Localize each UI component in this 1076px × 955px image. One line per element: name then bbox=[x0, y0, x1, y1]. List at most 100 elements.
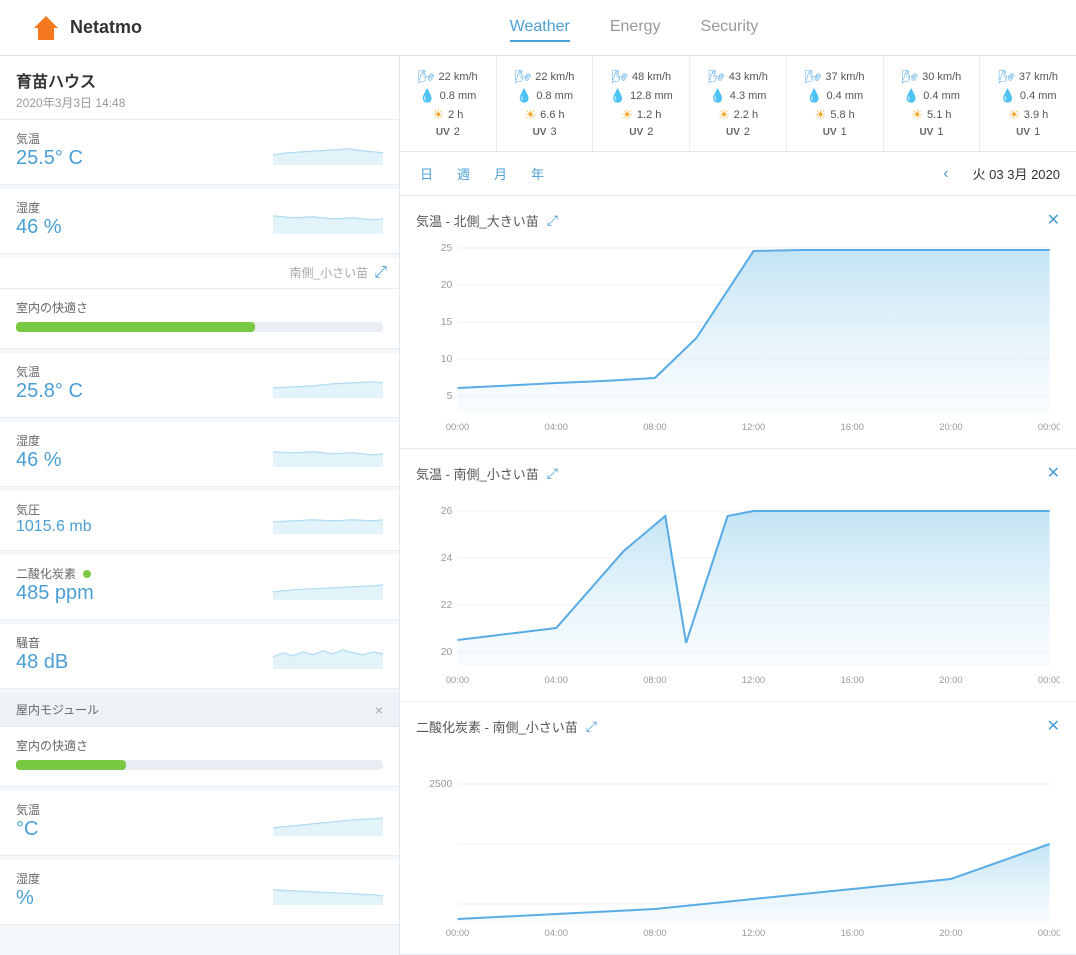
forecast-cell-6: 🌬 37 km/h 💧 0.4 mm ☀ 3.9 h UV 1 bbox=[980, 56, 1076, 151]
co2-status-dot bbox=[83, 570, 91, 578]
sun-icon-6: ☀ bbox=[1008, 107, 1020, 123]
sun-icon-2: ☀ bbox=[621, 107, 633, 123]
indoor-humidity-row: 湿度 46 % bbox=[16, 432, 383, 472]
svg-text:20: 20 bbox=[441, 647, 453, 658]
tab-month[interactable]: 月 bbox=[490, 162, 511, 185]
forecast-rain-0: 💧 0.8 mm bbox=[408, 88, 488, 104]
svg-text:20:00: 20:00 bbox=[939, 675, 962, 685]
outdoor-temp-row: 気温 25.5° C bbox=[16, 130, 383, 170]
indoor2-humidity-row: 湿度 % bbox=[16, 870, 383, 910]
rain-icon-4: 💧 bbox=[806, 88, 822, 104]
chart-card-2: 二酸化炭素 - 南側_小さい苗 ⤢ ✕ 2500 00:00 04:00 08:… bbox=[400, 702, 1076, 955]
share-icon[interactable]: ⤢ bbox=[374, 264, 387, 282]
logo-text: Netatmo bbox=[70, 17, 142, 38]
forecast-cell-5: 🌬 30 km/h 💧 0.4 mm ☀ 5.1 h UV 1 bbox=[884, 56, 981, 151]
chart-header-0: 気温 - 北側_大きい苗 ⤢ ✕ bbox=[416, 210, 1060, 230]
forecast-cell-0: 🌬 22 km/h 💧 0.8 mm ☀ 2 h UV 2 bbox=[400, 56, 497, 151]
svg-text:10: 10 bbox=[441, 354, 453, 365]
chart-card-0: 気温 - 北側_大きい苗 ⤢ ✕ 25 20 15 10 bbox=[400, 196, 1076, 449]
svg-text:04:00: 04:00 bbox=[545, 928, 568, 938]
rain-icon-2: 💧 bbox=[610, 88, 626, 104]
tab-year[interactable]: 年 bbox=[527, 162, 548, 185]
indoor2-temp-chart bbox=[273, 806, 383, 836]
chart-header-2: 二酸化炭素 - 南側_小さい苗 ⤢ ✕ bbox=[416, 716, 1060, 736]
right-panel: 🌬 22 km/h 💧 0.8 mm ☀ 2 h UV 2 bbox=[400, 56, 1076, 955]
indoor-pressure-chart bbox=[273, 504, 383, 534]
svg-text:2500: 2500 bbox=[429, 779, 452, 790]
sidebar: 育苗ハウス 2020年3月3日 14:48 気温 25.5° C 湿度 bbox=[0, 56, 400, 955]
wind-icon-4: 🌬 bbox=[805, 69, 822, 85]
svg-text:08:00: 08:00 bbox=[643, 675, 666, 685]
indoor-comfort-section: 室内の快適さ bbox=[0, 289, 399, 349]
chart-svg-1: 26 24 22 20 00:00 04:00 08:00 12:00 16:0… bbox=[416, 491, 1060, 691]
chart-title-1: 気温 - 南側_小さい苗 ⤢ bbox=[416, 464, 558, 483]
indoor-pressure-label: 気圧 bbox=[16, 501, 92, 518]
indoor2-humidity-chart bbox=[273, 875, 383, 905]
indoor-noise-section: 騒音 48 dB bbox=[0, 624, 399, 689]
forecast-cell-2: 🌬 48 km/h 💧 12.8 mm ☀ 1.2 h UV 2 bbox=[593, 56, 690, 151]
svg-text:16:00: 16:00 bbox=[841, 422, 864, 432]
svg-text:5: 5 bbox=[447, 391, 453, 402]
rain-icon-3: 💧 bbox=[710, 88, 726, 104]
indoor-noise-label: 騒音 bbox=[16, 634, 68, 651]
chart-area-2: 2500 00:00 04:00 08:00 12:00 16:00 20:00… bbox=[416, 744, 1060, 944]
indoor-co2-label: 二酸化炭素 bbox=[16, 565, 94, 582]
svg-text:00:00: 00:00 bbox=[446, 675, 469, 685]
indoor-pressure-section: 気圧 1015.6 mb bbox=[0, 491, 399, 551]
nav-weather[interactable]: Weather bbox=[510, 14, 570, 42]
tab-day[interactable]: 日 bbox=[416, 162, 437, 185]
indoor-co2-section: 二酸化炭素 485 ppm bbox=[0, 555, 399, 620]
indoor2-humidity-block: 湿度 % bbox=[16, 870, 40, 910]
nav-security[interactable]: Security bbox=[701, 14, 759, 42]
rain-icon-5: 💧 bbox=[903, 88, 919, 104]
svg-text:00:00: 00:00 bbox=[446, 422, 469, 432]
indoor-module-close[interactable]: × bbox=[375, 702, 383, 718]
svg-text:22: 22 bbox=[441, 600, 453, 611]
indoor-humidity-chart bbox=[273, 437, 383, 467]
svg-text:20:00: 20:00 bbox=[939, 928, 962, 938]
rain-icon-6: 💧 bbox=[1000, 88, 1016, 104]
indoor-noise-chart bbox=[273, 639, 383, 669]
date-nav: 日 週 月 年 ‹ 火 03 3月 2020 bbox=[400, 152, 1076, 196]
sun-icon-3: ☀ bbox=[718, 107, 730, 123]
indoor-module-label-row: 屋内モジュール × bbox=[0, 693, 399, 727]
comfort-bar-fill-2 bbox=[16, 760, 126, 770]
indoor2-humidity-value: % bbox=[16, 887, 40, 910]
outdoor-temp-label: 気温 bbox=[16, 130, 83, 147]
wind-icon-3: 🌬 bbox=[708, 69, 725, 85]
chart-close-1[interactable]: ✕ bbox=[1047, 463, 1060, 483]
comfort-bar-bg-2 bbox=[16, 760, 383, 770]
chart-share-0[interactable]: ⤢ bbox=[547, 212, 558, 229]
chart-close-2[interactable]: ✕ bbox=[1047, 716, 1060, 736]
sun-icon-1: ☀ bbox=[525, 107, 537, 123]
wind-icon-6: 🌬 bbox=[998, 69, 1015, 85]
outdoor-humidity-row: 湿度 46 % bbox=[16, 199, 383, 239]
svg-text:00:00: 00:00 bbox=[446, 928, 469, 938]
location-header: 育苗ハウス 2020年3月3日 14:48 bbox=[0, 56, 399, 120]
chart-close-0[interactable]: ✕ bbox=[1047, 210, 1060, 230]
chart-area-1: 26 24 22 20 00:00 04:00 08:00 12:00 16:0… bbox=[416, 491, 1060, 691]
date-prev-button[interactable]: ‹ bbox=[935, 165, 956, 183]
svg-text:00:00: 00:00 bbox=[1038, 422, 1060, 432]
svg-text:25: 25 bbox=[441, 243, 453, 254]
svg-text:16:00: 16:00 bbox=[841, 675, 864, 685]
chart-share-1[interactable]: ⤢ bbox=[547, 465, 558, 482]
wind-icon-2: 🌬 bbox=[611, 69, 628, 85]
chart-area-0: 25 20 15 10 5 00:00 04:00 08:00 12:00 16… bbox=[416, 238, 1060, 438]
sun-icon-5: ☀ bbox=[911, 107, 923, 123]
rain-icon-1: 💧 bbox=[516, 88, 532, 104]
comfort-bar-bg bbox=[16, 322, 383, 332]
indoor-co2-row: 二酸化炭素 485 ppm bbox=[16, 565, 383, 605]
sun-icon-4: ☀ bbox=[815, 107, 827, 123]
outdoor-humidity-chart bbox=[273, 204, 383, 234]
rain-icon-0: 💧 bbox=[419, 88, 435, 104]
forecast-cell-1: 🌬 22 km/h 💧 0.8 mm ☀ 6.6 h UV 3 bbox=[497, 56, 594, 151]
svg-text:04:00: 04:00 bbox=[545, 675, 568, 685]
svg-text:12:00: 12:00 bbox=[742, 675, 765, 685]
nav-energy[interactable]: Energy bbox=[610, 14, 661, 42]
indoor-temp-label: 気温 bbox=[16, 363, 83, 380]
chart-svg-2: 2500 00:00 04:00 08:00 12:00 16:00 20:00… bbox=[416, 744, 1060, 944]
wind-icon-5: 🌬 bbox=[902, 69, 919, 85]
tab-week[interactable]: 週 bbox=[453, 162, 474, 185]
chart-share-2[interactable]: ⤢ bbox=[586, 718, 597, 735]
